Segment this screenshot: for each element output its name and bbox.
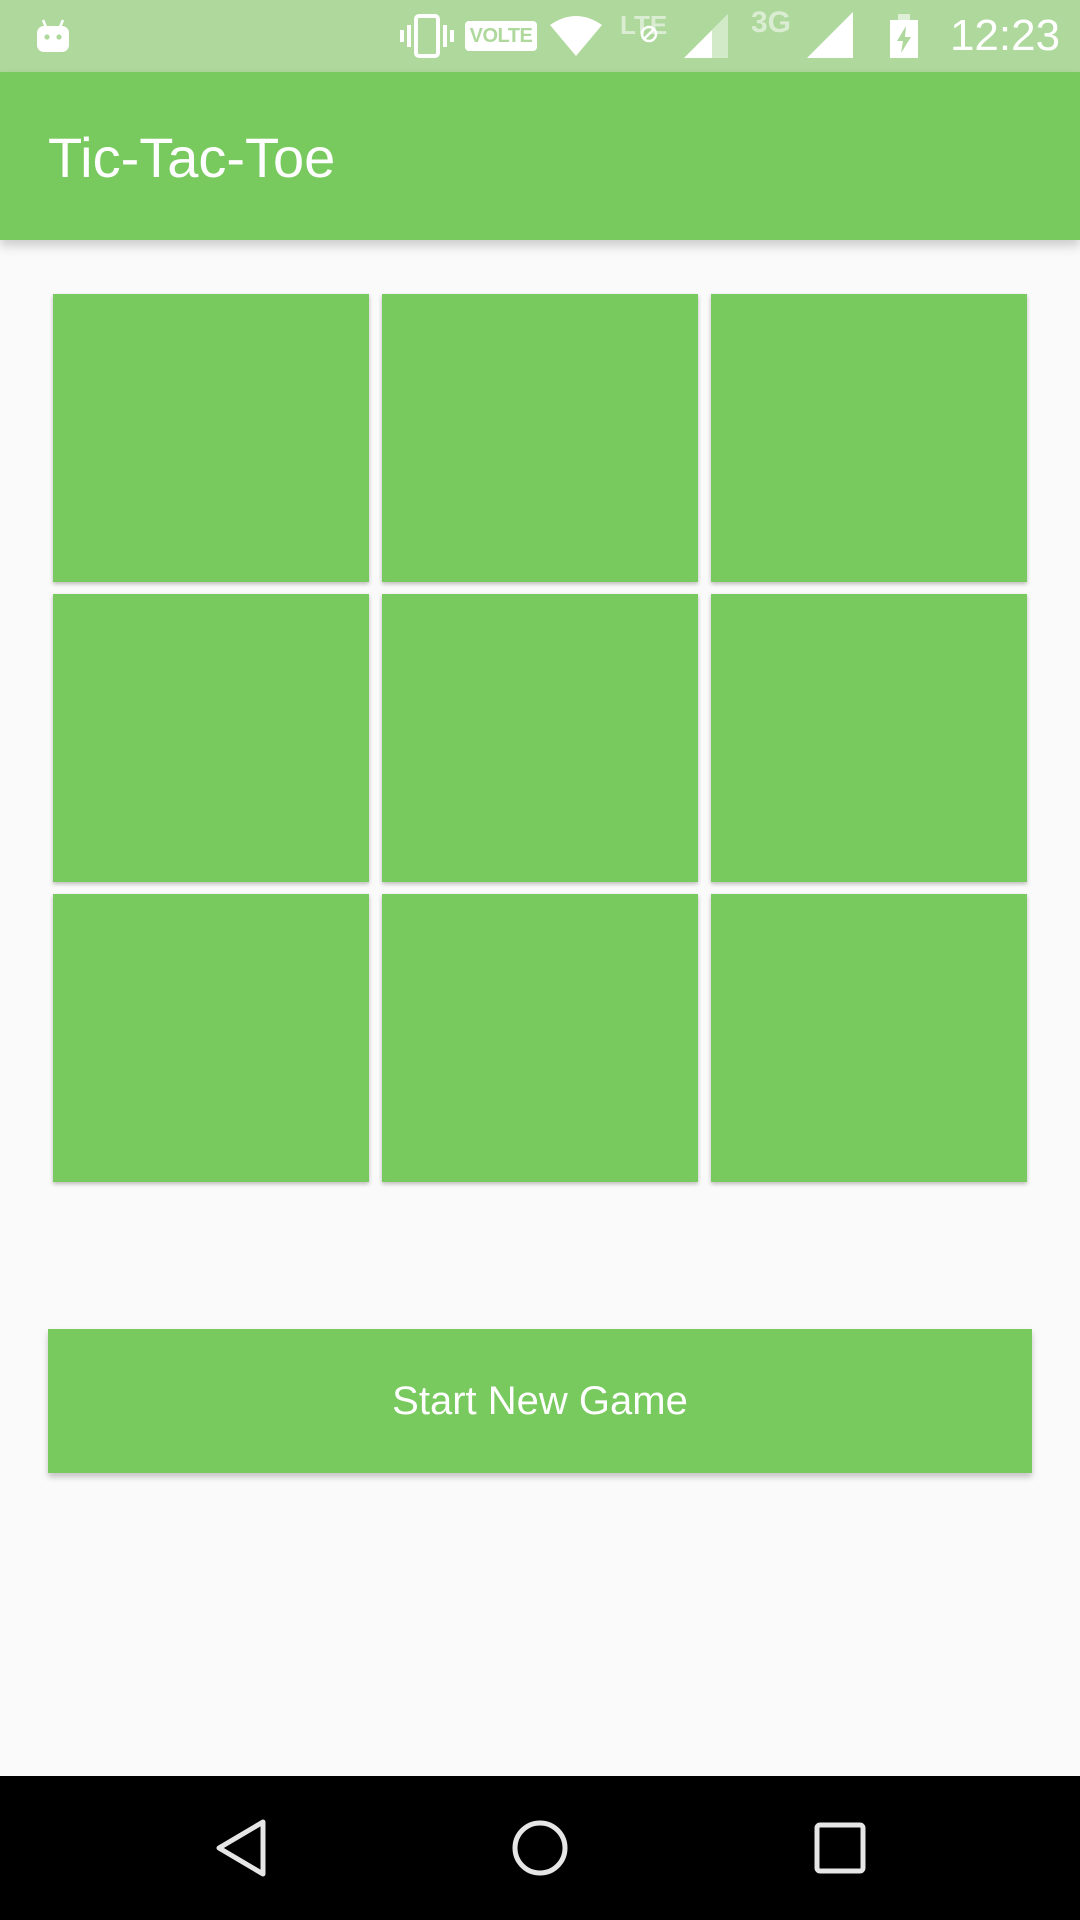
navigation-bar: [0, 1776, 1080, 1920]
board-cell-9[interactable]: [711, 894, 1027, 1182]
wifi-icon: [548, 0, 604, 72]
app-bar: Tic-Tac-Toe: [0, 72, 1080, 240]
board-cell-1[interactable]: [53, 294, 369, 582]
board-cell-4[interactable]: [53, 594, 369, 882]
board-cell-6[interactable]: [711, 594, 1027, 882]
home-icon: [512, 1820, 568, 1876]
game-board: [53, 294, 1027, 1182]
3g-signal-icon: 3G: [745, 0, 857, 72]
vibrate-icon: [398, 0, 456, 72]
start-new-game-button[interactable]: Start New Game: [48, 1329, 1032, 1473]
board-cell-5[interactable]: [382, 594, 698, 882]
status-bar: VOLTE LTE 3G 12:23: [0, 0, 1080, 72]
board-cell-8[interactable]: [382, 894, 698, 1182]
battery-charging-icon: [884, 0, 924, 72]
recents-button[interactable]: [795, 1803, 885, 1893]
android-icon: [30, 0, 76, 72]
home-button[interactable]: [495, 1803, 585, 1893]
app-title: Tic-Tac-Toe: [48, 126, 336, 189]
lte-signal-icon: LTE: [616, 0, 736, 72]
back-button[interactable]: [196, 1803, 286, 1893]
board-cell-7[interactable]: [53, 894, 369, 1182]
volte-badge: VOLTE: [464, 0, 538, 72]
volte-label: VOLTE: [464, 21, 538, 51]
recents-icon: [814, 1822, 866, 1874]
status-clock: 12:23: [949, 11, 1061, 60]
board-cell-2[interactable]: [382, 294, 698, 582]
board-cell-3[interactable]: [711, 294, 1027, 582]
back-icon: [216, 1819, 266, 1877]
